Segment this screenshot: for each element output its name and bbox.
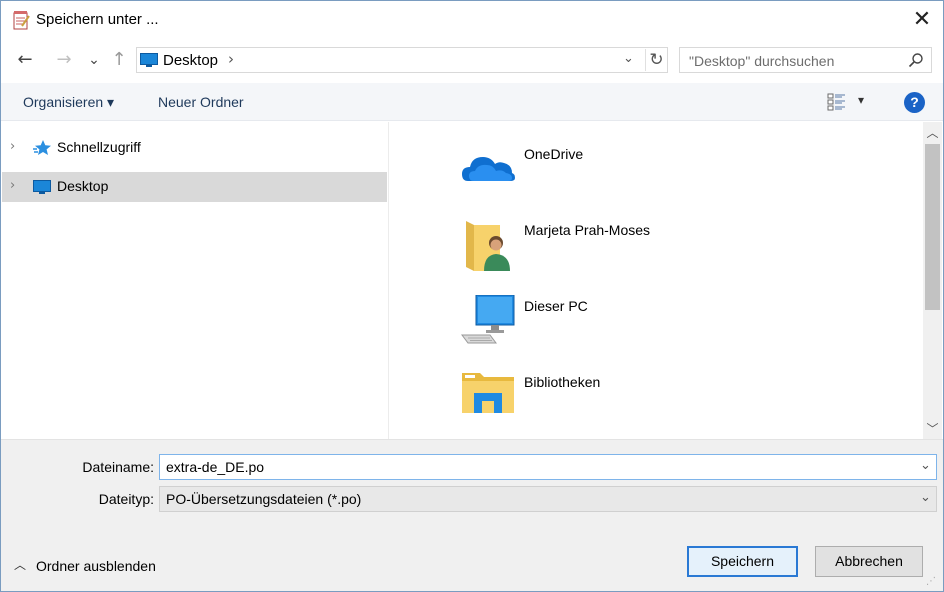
resize-grip-icon[interactable]: ⋰ (926, 576, 936, 587)
recent-locations-button[interactable]: ⌄ (81, 47, 107, 73)
refresh-icon[interactable]: ↻ (645, 49, 667, 71)
command-toolbar: Organisieren ▾ Neuer Ordner ▾ ? (1, 83, 943, 121)
chevron-down-icon[interactable]: ⌄ (920, 490, 931, 505)
file-list: OneDrive Marjeta Prah-Moses Dieser PC Bi… (390, 122, 922, 439)
organize-menu[interactable]: Organisieren ▾ (23, 94, 114, 111)
filetype-select[interactable]: PO-Übersetzungsdateien (*.po) ⌄ (159, 486, 937, 512)
filetype-value[interactable]: PO-Übersetzungsdateien (*.po) (166, 491, 361, 507)
tree-item-label[interactable]: Desktop (57, 178, 108, 194)
filename-label: Dateiname: (82, 459, 154, 475)
list-item-this-pc[interactable]: Dieser PC (460, 295, 760, 361)
search-icon[interactable] (908, 52, 924, 68)
forward-button[interactable]: → (51, 47, 77, 73)
navigation-pane: › Schnellzugriff › Desktop (1, 122, 389, 439)
desktop-icon (33, 180, 51, 194)
search-box[interactable]: "Desktop" durchsuchen (679, 47, 932, 73)
app-notepad-icon (13, 11, 30, 30)
computer-icon (461, 295, 515, 344)
desktop-icon (140, 53, 158, 67)
list-item-user-folder[interactable]: Marjeta Prah-Moses (460, 219, 760, 285)
tree-item-quick-access[interactable]: › Schnellzugriff (2, 133, 387, 163)
save-options-panel: Dateiname: extra-de_DE.po ⌄ Dateityp: PO… (1, 439, 943, 591)
search-input[interactable]: "Desktop" durchsuchen (689, 53, 834, 69)
onedrive-cloud-icon (462, 157, 515, 181)
help-icon: ? (910, 94, 919, 110)
filename-field[interactable]: extra-de_DE.po ⌄ (159, 454, 937, 480)
expand-chevron-icon[interactable]: › (10, 178, 15, 193)
address-location[interactable]: Desktop (163, 52, 218, 69)
close-icon: ✕ (912, 7, 932, 32)
save-button[interactable]: Speichern (687, 546, 798, 577)
chevron-down-icon: ⌄ (88, 52, 100, 68)
forward-arrow-icon: → (56, 49, 72, 70)
tree-item-label[interactable]: Schnellzugriff (57, 139, 141, 155)
breadcrumb-chevron-icon[interactable]: › (228, 50, 234, 68)
hide-folders-label[interactable]: Ordner ausblenden (36, 558, 156, 574)
new-folder-button[interactable]: Neuer Ordner (158, 94, 244, 110)
list-item-libraries[interactable]: Bibliotheken (460, 371, 760, 437)
cancel-button[interactable]: Abbrechen (815, 546, 923, 577)
file-item-label[interactable]: OneDrive (524, 146, 583, 162)
close-button[interactable]: ✕ (907, 7, 937, 33)
address-dropdown-icon[interactable]: ⌄ (623, 51, 634, 66)
user-folder-icon (466, 221, 510, 271)
file-item-label[interactable]: Dieser PC (524, 298, 588, 314)
view-dropdown-icon[interactable]: ▾ (858, 93, 864, 107)
view-options-icon[interactable] (827, 93, 847, 111)
scrollbar-thumb[interactable] (925, 144, 940, 310)
dialog-title: Speichern unter ... (36, 11, 159, 28)
save-as-dialog: Speichern unter ... ✕ ← → ⌄ ↑ Desktop › … (0, 0, 944, 592)
file-list-scrollbar[interactable]: ︿ ﹀ (923, 122, 942, 439)
address-bar[interactable]: Desktop › ⌄ ↻ (136, 47, 668, 73)
filename-input[interactable]: extra-de_DE.po (166, 459, 264, 475)
chevron-up-icon: ︿ (14, 558, 27, 572)
back-arrow-icon: ← (17, 49, 33, 70)
chevron-down-icon[interactable]: ⌄ (920, 458, 931, 473)
list-item-onedrive[interactable]: OneDrive (460, 143, 760, 209)
tree-item-desktop[interactable]: › Desktop (2, 172, 387, 202)
file-item-label[interactable]: Marjeta Prah-Moses (524, 222, 650, 238)
title-bar: Speichern unter ... ✕ (1, 1, 943, 39)
libraries-folder-icon (462, 373, 514, 413)
expand-chevron-icon[interactable]: › (10, 139, 15, 154)
scroll-down-icon[interactable]: ﹀ (923, 420, 942, 438)
back-button[interactable]: ← (12, 47, 38, 73)
up-button[interactable]: ↑ (106, 47, 132, 73)
help-button[interactable]: ? (904, 92, 925, 113)
scroll-up-icon[interactable]: ︿ (923, 124, 942, 142)
file-item-label[interactable]: Bibliotheken (524, 374, 600, 390)
filetype-label: Dateityp: (98, 491, 154, 507)
quick-access-star-icon (33, 140, 51, 155)
up-arrow-icon: ↑ (111, 49, 127, 70)
